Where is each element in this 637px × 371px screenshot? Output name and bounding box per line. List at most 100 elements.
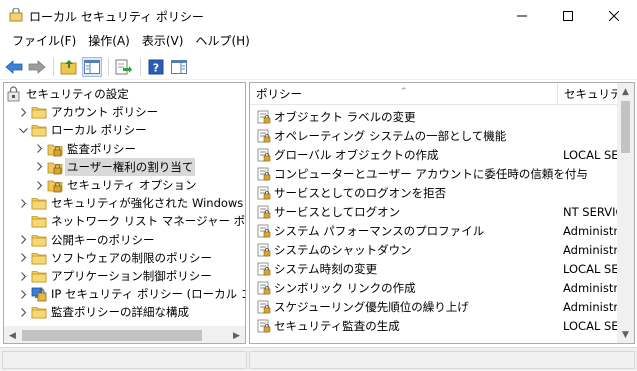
policy-setting-icon	[257, 300, 271, 314]
policy-row[interactable]: システムのシャットダウン Administra	[250, 240, 625, 259]
window-title: ローカル セキュリティ ポリシー	[29, 10, 204, 24]
tree-item-label: ソフトウェアの制限のポリシー	[51, 250, 212, 265]
policy-setting-icon	[257, 129, 271, 143]
policy-setting-icon	[257, 110, 271, 124]
title-bar: ローカル セキュリティ ポリシー	[0, 0, 637, 31]
policy-name: システムのシャットダウン	[274, 242, 412, 257]
properties-pane-icon	[171, 59, 187, 74]
policy-row[interactable]: オブジェクト ラベルの変更	[250, 107, 618, 126]
policy-name: セキュリティ監査の生成	[274, 318, 400, 333]
chevron-right-icon[interactable]	[18, 231, 28, 249]
policy-security-setting: Administra	[563, 242, 626, 257]
maximize-button[interactable]	[545, 0, 591, 31]
policy-row[interactable]: サービスとしてログオン NT SERVIC	[250, 202, 624, 221]
tree-item[interactable]: セキュリティが強化された Windows Defer	[18, 194, 245, 212]
chevron-right-icon[interactable]	[18, 249, 28, 267]
policy-setting-icon	[257, 167, 271, 181]
chevron-right-icon[interactable]	[34, 140, 44, 158]
policy-folder-icon	[47, 177, 63, 193]
policy-security-setting: NT SERVIC	[563, 204, 624, 219]
chevron-right-icon[interactable]	[18, 303, 28, 321]
export-list-button[interactable]	[114, 57, 134, 77]
toolbar-separator	[140, 57, 141, 76]
tree-item[interactable]: 公開キーのポリシー	[18, 231, 155, 249]
back-button[interactable]	[4, 57, 24, 77]
chevron-right-icon[interactable]	[34, 176, 44, 194]
policy-security-setting: LOCAL SEI	[563, 318, 622, 333]
list-scroll-thumb[interactable]	[621, 101, 630, 153]
forward-button[interactable]	[27, 57, 47, 77]
tree-item[interactable]: IP セキュリティ ポリシー (ローカル コンピュータ	[18, 285, 245, 303]
scroll-right-icon[interactable]: ▶	[228, 327, 245, 343]
policy-folder-icon	[47, 159, 63, 175]
tree-item[interactable]: アプリケーション制御ポリシー	[18, 267, 212, 285]
scroll-up-icon[interactable]: ▲	[617, 83, 634, 100]
tree-item[interactable]: セキュリティの設定	[6, 85, 129, 103]
tree-item[interactable]: ソフトウェアの制限のポリシー	[18, 249, 212, 267]
minimize-button[interactable]	[499, 0, 545, 31]
chevron-right-icon[interactable]	[18, 194, 28, 212]
policy-row[interactable]: グローバル オブジェクトの作成 LOCAL SEI	[250, 145, 622, 164]
tree-item-label: セキュリティの設定	[26, 87, 129, 101]
menu-file[interactable]: ファイル(F)	[6, 32, 82, 51]
tree-item[interactable]: アカウント ポリシー	[18, 103, 158, 121]
menu-help[interactable]: ヘルプ(H)	[189, 32, 255, 51]
folder-icon	[31, 268, 47, 284]
list-header: ポリシー ⌃ セキュリティ	[250, 83, 632, 105]
svg-text:?: ?	[153, 61, 159, 74]
up-folder-icon	[60, 59, 77, 74]
chevron-right-icon[interactable]	[18, 103, 28, 121]
up-one-level-button[interactable]	[59, 57, 79, 77]
toolbar-separator	[53, 57, 54, 76]
close-button[interactable]	[591, 0, 637, 31]
status-cell	[249, 351, 635, 369]
tree-item-label: IP セキュリティ ポリシー (ローカル コンピュータ	[51, 287, 245, 302]
chevron-right-icon[interactable]	[34, 158, 44, 176]
show-hide-action-pane-button[interactable]	[169, 57, 189, 77]
tree-item[interactable]: 監査ポリシーの詳細な構成	[18, 303, 189, 321]
policy-row[interactable]: スケジューリング優先順位の繰り上げ Administra	[250, 297, 625, 316]
policy-setting-icon	[257, 224, 271, 238]
chevron-down-icon[interactable]	[18, 121, 28, 139]
back-icon	[5, 59, 23, 74]
tree-horizontal-scrollbar[interactable]: ◀ ▶	[4, 326, 245, 343]
policy-setting-icon	[257, 281, 271, 295]
folder-icon	[31, 232, 47, 248]
menu-action[interactable]: 操作(A)	[82, 32, 136, 51]
tree-item[interactable]: ローカル ポリシー	[18, 121, 147, 139]
list-vertical-scrollbar[interactable]: ▲ ▼	[617, 83, 634, 343]
scroll-left-icon[interactable]: ◀	[4, 327, 21, 343]
tree-item[interactable]: ネットワーク リスト マネージャー ポリシー	[18, 212, 245, 230]
tree-item-label: アカウント ポリシー	[51, 105, 159, 120]
toolbar: ?	[0, 54, 637, 80]
ip-security-icon	[31, 286, 47, 302]
policy-row[interactable]: システム パフォーマンスのプロファイル Administra	[250, 221, 625, 240]
security-root-icon	[6, 86, 22, 102]
chevron-right-icon[interactable]	[18, 267, 28, 285]
folder-icon	[31, 304, 47, 320]
tree-item[interactable]: ユーザー権利の割り当て	[34, 157, 196, 176]
policy-list[interactable]: ポリシー ⌃ セキュリティ オブジェクト ラベルの変更オペレーティング システム…	[249, 82, 635, 344]
policy-setting-icon	[257, 243, 271, 257]
menu-bar: ファイル(F) 操作(A) 表示(V) ヘルプ(H)	[0, 31, 637, 52]
policy-row[interactable]: サービスとしてのログオンを拒否	[250, 183, 618, 202]
tree-item[interactable]: 監査ポリシー	[34, 140, 136, 158]
policy-row[interactable]: シンボリック リンクの作成 Administra	[250, 278, 625, 297]
chevron-right-icon[interactable]	[18, 285, 28, 303]
tree-item[interactable]: セキュリティ オプション	[34, 176, 196, 194]
help-button[interactable]: ?	[146, 57, 166, 77]
policy-row[interactable]: セキュリティ監査の生成 LOCAL SEI	[250, 316, 622, 335]
column-header-policy[interactable]: ポリシー ⌃	[250, 83, 558, 105]
policy-row[interactable]: オペレーティング システムの一部として機能	[250, 126, 618, 145]
policy-name: オブジェクト ラベルの変更	[274, 109, 416, 124]
show-hide-console-tree-button[interactable]	[82, 56, 102, 77]
policy-name: サービスとしてログオン	[274, 204, 401, 219]
scroll-down-icon[interactable]: ▼	[617, 326, 634, 343]
policy-security-setting: LOCAL SEI	[563, 261, 622, 276]
policy-security-setting: LOCAL SEI	[563, 147, 622, 162]
console-tree[interactable]: 監査ポリシーの詳細な構成 IP セキュリティ ポリシー (ローカル コンピュータア…	[3, 82, 246, 344]
policy-row[interactable]: システム時刻の変更 LOCAL SEI	[250, 259, 622, 278]
menu-view[interactable]: 表示(V)	[136, 32, 190, 51]
policy-row[interactable]: コンピューターとユーザー アカウントに委任時の信頼を付与	[250, 164, 618, 183]
tree-scroll-thumb[interactable]	[22, 330, 202, 341]
